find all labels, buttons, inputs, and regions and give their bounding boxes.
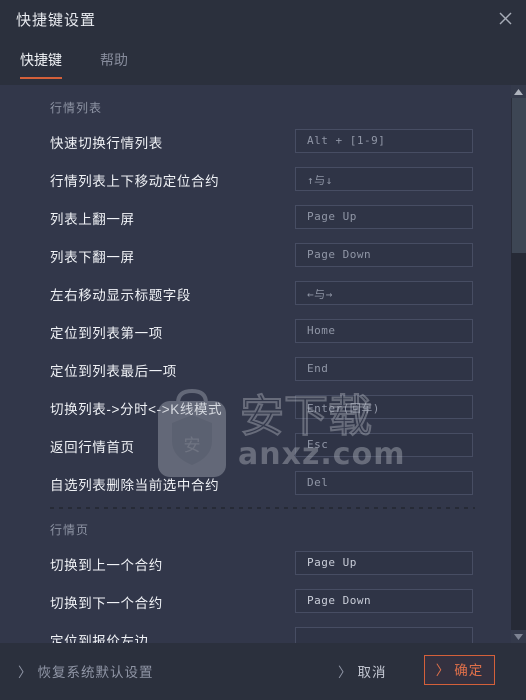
page-title: 快捷键设置	[16, 12, 97, 29]
svg-text:安: 安	[184, 436, 201, 456]
shortcut-row-label: 返回行情首页	[50, 440, 135, 455]
shortcut-key-value: ↑与↓	[307, 174, 333, 187]
shortcut-key-value: Del	[307, 476, 329, 489]
shortcut-key-input[interactable]: Home	[295, 319, 473, 343]
shortcut-row-label: 列表下翻一屏	[50, 250, 135, 265]
shortcut-row-label: 行情列表上下移动定位合约	[50, 174, 220, 189]
shortcut-row-label: 定位到列表第一项	[50, 326, 163, 341]
cancel-button[interactable]: 〉取消	[338, 661, 387, 681]
shortcut-key-value: ←与→	[307, 288, 333, 301]
section-divider	[50, 507, 475, 509]
shortcut-key-input[interactable]: Page Down	[295, 589, 473, 613]
shortcut-row-label: 定位到列表最后一项	[50, 364, 177, 379]
section-title: 行情列表	[50, 101, 103, 115]
chevron-right-icon: 〉	[18, 665, 33, 680]
shortcut-key-value: Enter(回车)	[307, 402, 380, 415]
confirm-label: 确定	[454, 663, 484, 678]
scroll-down-arrow-icon[interactable]	[511, 630, 526, 643]
shortcut-settings-dialog: 快捷键设置 快捷键 帮助 行情列表 快速切换行情列表 Alt + [1-9] 行情列表…	[0, 0, 526, 700]
shortcut-key-input[interactable]: ↑与↓	[295, 167, 473, 191]
vertical-scrollbar[interactable]	[511, 85, 526, 643]
settings-scroll-area: 行情列表快速切换行情列表 Alt + [1-9] 行情列表上下移动定位合约 ↑与↓ 列表…	[0, 85, 526, 643]
section-title: 行情页	[50, 523, 90, 537]
shortcut-row-label: 左右移动显示标题字段	[50, 288, 191, 303]
confirm-button[interactable]: 〉确定	[424, 655, 495, 685]
shortcut-key-input[interactable]: Page Down	[295, 243, 473, 267]
shortcut-key-input[interactable]: Page Up	[295, 551, 473, 575]
tab-shortcuts[interactable]: 快捷键	[20, 50, 62, 79]
shortcut-key-input[interactable]: ←与→	[295, 281, 473, 305]
shortcut-row-label: 列表上翻一屏	[50, 212, 135, 227]
shortcut-key-value: Page Up	[307, 210, 357, 223]
scrollbar-track[interactable]	[511, 253, 526, 643]
shortcut-row-label: 定位到报价左边	[50, 634, 149, 643]
tab-bar: 快捷键 帮助	[0, 40, 526, 85]
dialog-footer: 〉恢复系统默认设置 〉取消 〉确定	[0, 643, 526, 700]
shortcut-key-input[interactable]: Enter(回车)	[295, 395, 473, 419]
shortcut-key-value: Page Down	[307, 594, 372, 607]
shortcut-key-value: Alt + [1-9]	[307, 134, 386, 147]
shortcut-key-input[interactable]: Page Up	[295, 205, 473, 229]
shortcut-key-value: Home	[307, 324, 336, 337]
close-icon[interactable]	[490, 5, 520, 33]
chevron-right-icon: 〉	[435, 663, 451, 678]
shortcut-row-label: 切换到下一个合约	[50, 596, 163, 611]
shortcut-key-input[interactable]: Alt + [1-9]	[295, 129, 473, 153]
shortcut-row-label: 自选列表删除当前选中合约	[50, 478, 220, 493]
chevron-right-icon: 〉	[338, 665, 353, 680]
shortcut-row-label: 切换到上一个合约	[50, 558, 163, 573]
shortcut-key-value: Page Up	[307, 556, 357, 569]
shortcut-row-label: 快速切换行情列表	[50, 136, 163, 151]
shortcut-key-value: Page Down	[307, 248, 372, 261]
restore-defaults-button[interactable]: 〉恢复系统默认设置	[18, 661, 154, 681]
shortcut-key-input[interactable]: Del	[295, 471, 473, 495]
scrollbar-thumb[interactable]	[512, 85, 526, 253]
shortcut-key-input[interactable]	[295, 627, 473, 643]
cancel-label: 取消	[357, 665, 387, 680]
shortcut-key-input[interactable]: Esc	[295, 433, 473, 457]
scroll-up-arrow-icon[interactable]	[511, 85, 526, 98]
shortcut-key-value: Esc	[307, 438, 329, 451]
tab-help[interactable]: 帮助	[100, 50, 128, 77]
shortcut-row-label: 切换列表->分时<->K线模式	[50, 402, 223, 417]
shortcut-key-value: End	[307, 362, 329, 375]
restore-defaults-label: 恢复系统默认设置	[37, 665, 154, 680]
title-bar: 快捷键设置	[0, 0, 526, 40]
shortcut-key-input[interactable]: End	[295, 357, 473, 381]
